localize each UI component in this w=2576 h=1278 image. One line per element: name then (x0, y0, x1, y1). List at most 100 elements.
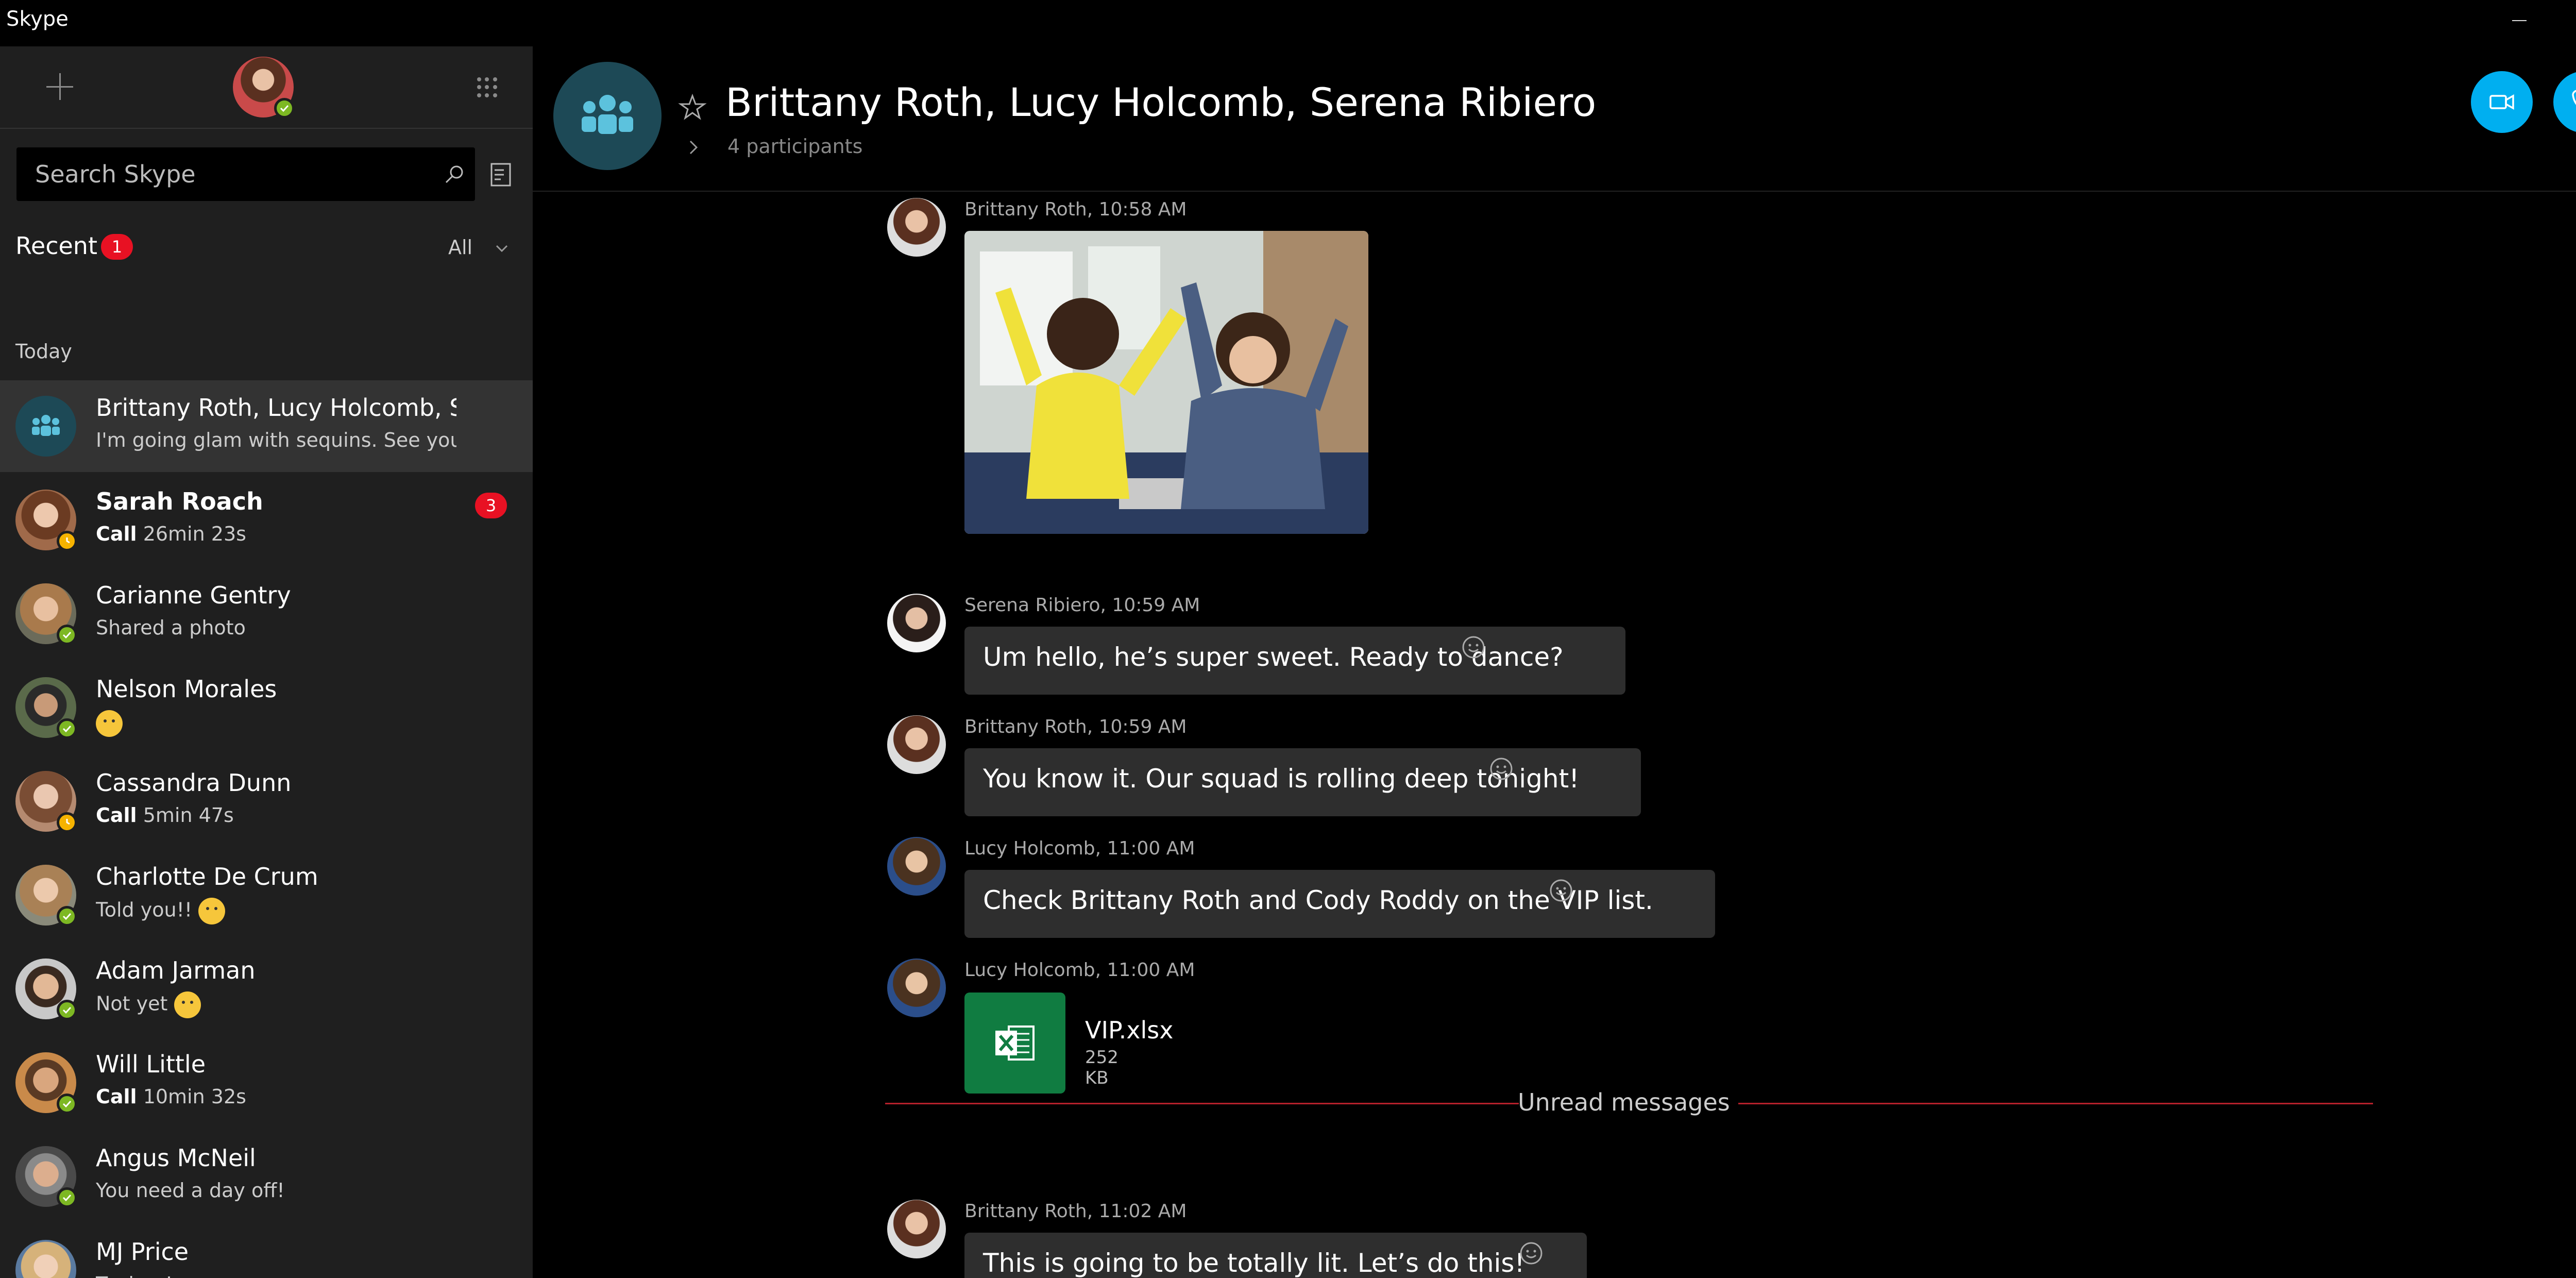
chevron-right-icon[interactable] (682, 136, 705, 159)
chat-item-nelson-morales[interactable]: Nelson Morales (0, 662, 533, 753)
star-icon[interactable] (678, 93, 707, 122)
chat-item-group[interactable]: Brittany Roth, Lucy Holcomb, S... I'm go… (0, 380, 533, 472)
chat-item-carianne-gentry[interactable]: Carianne Gentry Shared a photo (0, 568, 533, 660)
search-box (16, 147, 475, 201)
recent-unread-badge: 1 (101, 234, 133, 260)
avatar (15, 677, 77, 739)
avatar (887, 837, 946, 896)
chat-item-adam-jarman[interactable]: Adam Jarman Not yet (0, 943, 533, 1035)
sleepy-emoji-icon (96, 710, 123, 737)
dialpad-icon (477, 77, 481, 81)
message-bubble[interactable]: This is going to be totally lit. Let’s d… (964, 1233, 1587, 1278)
restore-button[interactable] (2566, 0, 2576, 40)
chat-preview: Told you!! (96, 898, 226, 924)
group-avatar (15, 396, 76, 457)
chat-preview: Teehee! (96, 1273, 173, 1278)
avatar (15, 583, 77, 645)
file-name[interactable]: VIP.xlsx (1085, 1016, 1173, 1044)
emoji-reaction-icon[interactable] (1517, 1239, 1546, 1268)
chat-name: Sarah Roach (96, 487, 263, 515)
sidebar-header (0, 46, 533, 129)
recent-header: Recent 1 All (15, 229, 515, 265)
message-bubble[interactable]: Um hello, he’s super sweet. Ready to dan… (964, 627, 1625, 695)
chat-item-sarah-roach[interactable]: Sarah Roach Call 26min 23s 3 (0, 474, 533, 566)
new-chat-button[interactable] (40, 67, 79, 106)
message-bubble[interactable]: You know it. Our squad is rolling deep t… (964, 748, 1641, 816)
status-away-icon (57, 812, 77, 833)
emoji-reaction-icon[interactable] (1547, 876, 1575, 905)
group-icon (32, 415, 60, 436)
avatar (15, 1052, 77, 1114)
recent-label: Recent (15, 232, 97, 260)
emoji-reaction-icon[interactable] (1487, 754, 1516, 783)
video-camera-icon (2489, 94, 2514, 110)
chat-name: Nelson Morales (96, 675, 277, 703)
chat-name: Carianne Gentry (96, 581, 291, 609)
avatar (15, 959, 77, 1020)
message-meta: Lucy Holcomb, 11:00 AM (964, 960, 1195, 981)
status-online-icon (274, 98, 295, 119)
unread-divider-line-left (885, 1103, 1519, 1104)
message-meta: Brittany Roth, 10:58 AM (964, 199, 1187, 220)
search-input[interactable] (16, 147, 429, 201)
message-meta: Serena Ribiero, 10:59 AM (964, 595, 1200, 616)
chat-preview: Call 10min 32s (96, 1085, 246, 1108)
avatar (15, 490, 77, 551)
chat-preview: I'm going glam with sequins. See you h..… (96, 429, 456, 451)
status-online-icon (57, 1094, 77, 1114)
chat-name: Brittany Roth, Lucy Holcomb, S... (96, 394, 456, 422)
app-title: Skype (6, 7, 69, 31)
chat-name: MJ Price (96, 1238, 189, 1266)
avatar (15, 771, 77, 833)
chat-item-charlotte-de-crum[interactable]: Charlotte De Crum Told you!! (0, 849, 533, 941)
file-attachment[interactable] (964, 993, 1065, 1094)
avatar (887, 594, 946, 652)
chat-preview: Call 5min 47s (96, 804, 234, 827)
chat-preview (96, 710, 123, 737)
chevron-down-icon[interactable] (492, 238, 512, 259)
participants-count[interactable]: 4 participants (727, 135, 862, 158)
chat-item-cassandra-dunn[interactable]: Cassandra Dunn Call 5min 47s (0, 755, 533, 847)
file-size: 252 KB (1085, 1047, 1118, 1088)
chat-preview: Call 26min 23s (96, 523, 246, 545)
avatar (887, 715, 946, 774)
excel-file-icon (995, 1025, 1035, 1061)
chat-name: Adam Jarman (96, 956, 256, 984)
chat-name: Charlotte De Crum (96, 863, 318, 890)
chat-preview: You need a day off! (96, 1179, 285, 1202)
shared-photo[interactable] (964, 231, 1368, 534)
emoji-reaction-icon[interactable] (1459, 633, 1488, 662)
conversation-title[interactable]: Brittany Roth, Lucy Holcomb, Serena Ribi… (725, 79, 1596, 125)
status-away-icon (57, 531, 77, 551)
chat-item-mj-price[interactable]: MJ Price Teehee! (0, 1224, 533, 1278)
phone-icon (2572, 90, 2576, 105)
contacts-book-icon[interactable] (488, 162, 514, 188)
header-divider (533, 191, 2576, 192)
smile-emoji-icon (198, 898, 226, 924)
message-meta: Brittany Roth, 11:02 AM (964, 1201, 1187, 1222)
avatar (15, 1146, 77, 1208)
avatar (887, 198, 946, 257)
avatar (887, 1200, 946, 1258)
chat-item-angus-mcneil[interactable]: Angus McNeil You need a day off! (0, 1131, 533, 1222)
chat-preview: Shared a photo (96, 616, 246, 639)
chat-name: Cassandra Dunn (96, 769, 292, 797)
group-icon (582, 95, 633, 134)
sad-emoji-icon (174, 991, 201, 1018)
status-online-icon (57, 1000, 77, 1020)
search-icon[interactable] (443, 163, 466, 186)
status-online-icon (57, 718, 77, 739)
photo-image (964, 231, 1368, 534)
my-profile-avatar[interactable] (233, 57, 295, 119)
chat-item-will-little[interactable]: Will Little Call 10min 32s (0, 1037, 533, 1129)
message-meta: Lucy Holcomb, 11:00 AM (964, 838, 1195, 859)
dialpad-button[interactable] (474, 74, 501, 101)
conversation-group-avatar[interactable] (553, 62, 662, 170)
message-bubble[interactable]: Check Brittany Roth and Cody Roddy on th… (964, 870, 1715, 938)
audio-call-button[interactable] (2553, 71, 2576, 133)
recent-filter-select[interactable]: All (448, 236, 472, 259)
status-online-icon (57, 1187, 77, 1208)
minimize-button[interactable] (2488, 0, 2550, 40)
unread-messages-label: Unread messages (1518, 1088, 1730, 1116)
video-call-button[interactable] (2471, 71, 2533, 133)
